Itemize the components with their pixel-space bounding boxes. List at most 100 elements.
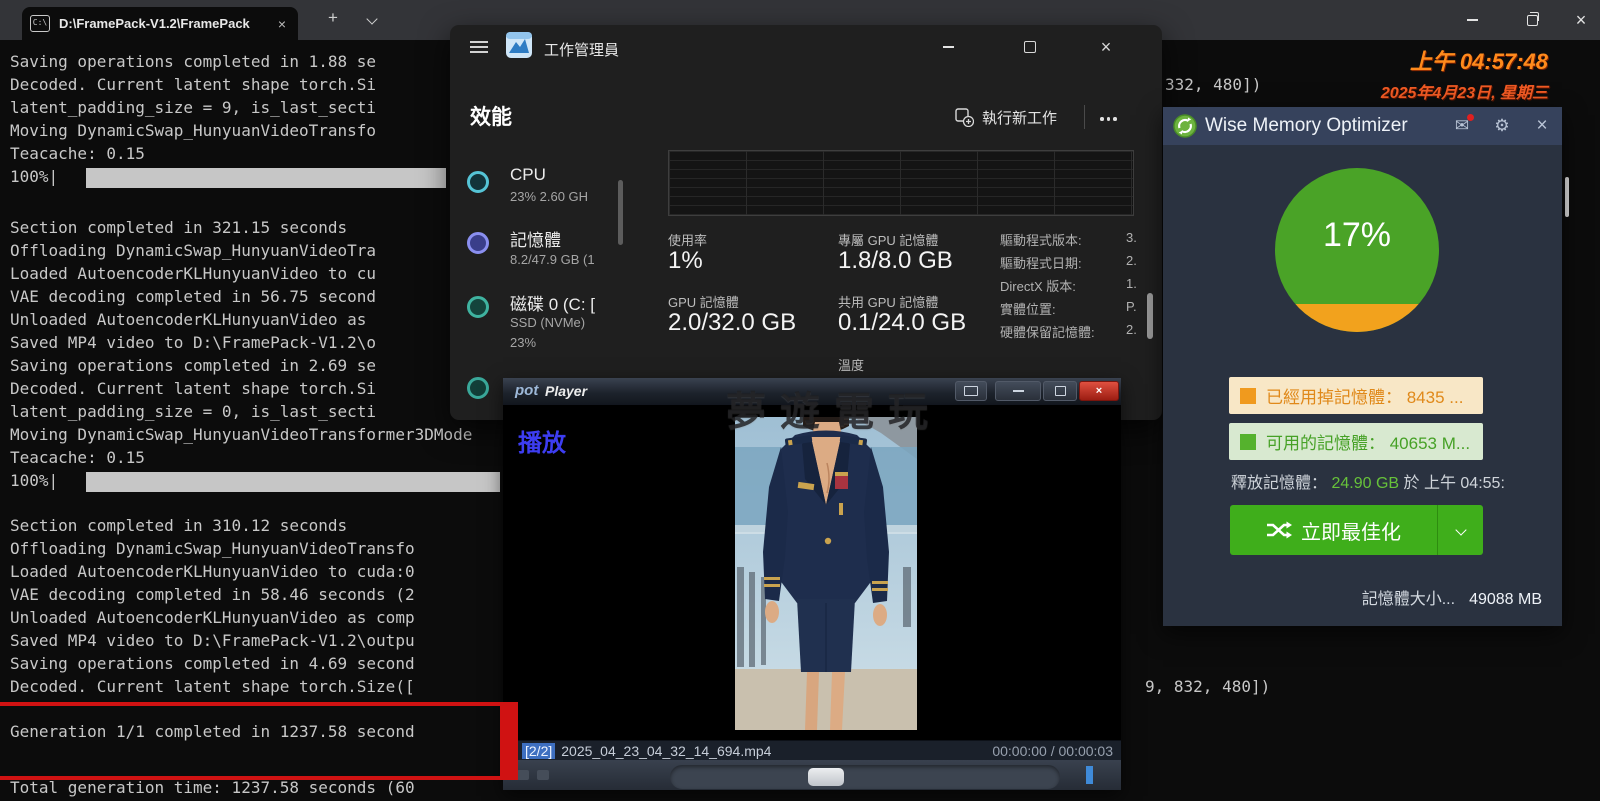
directx-version-label: DirectX 版本: (1000, 276, 1076, 295)
notification-dot (1467, 114, 1474, 121)
memory-size-label: 記憶體大小... (1362, 591, 1455, 608)
progress-label-2: 100%| (10, 471, 58, 494)
cpu-label[interactable]: CPU (510, 165, 546, 185)
gpu-usage-chart (668, 150, 1134, 216)
console-fragment-top: 332, 480]) (1165, 75, 1261, 98)
driver-version-label: 驅動程式版本: (1000, 230, 1082, 249)
tm-minimize-button[interactable] (928, 29, 968, 65)
used-memory-row: 已經用掉記憶體： 8435 ... (1229, 377, 1483, 414)
disk-label[interactable]: 磁碟 0 (C: [ (510, 290, 595, 315)
temperature-label: 溫度 (838, 355, 864, 374)
memory-label[interactable]: 記憶體 (510, 226, 561, 251)
seek-bar[interactable] (670, 765, 1060, 789)
watermark-text: 夢遊電玩 (726, 379, 942, 437)
terminal-tab-title: D:\FramePack-V1.2\FramePack (59, 16, 274, 31)
optimize-now-label: 立即最佳化 (1301, 516, 1401, 545)
cmd-icon: C:\ (30, 15, 50, 32)
gpu-gauge-icon (467, 377, 489, 399)
hw-reserved-memory-value: 2. (1126, 322, 1137, 337)
disk-sub2: 23% (510, 335, 536, 350)
seek-thumb[interactable] (808, 768, 844, 786)
gear-icon[interactable]: ⚙ (1482, 116, 1522, 136)
tm-close-button[interactable]: × (1086, 29, 1126, 65)
console-log-block-2: Section completed in 321.15 seconds Offl… (10, 218, 472, 471)
gpu-usage-value: 1% (668, 247, 703, 275)
performance-page-title: 效能 (470, 101, 512, 131)
released-memory-line: 釋放記憶體： 24.90 GB 於 上午 04:55: (1231, 469, 1505, 493)
shared-gpu-memory-value: 0.1/24.0 GB (838, 309, 966, 337)
tab-close-icon[interactable]: × (274, 16, 290, 32)
free-memory-text: 可用的記憶體： 40653 M... (1266, 429, 1470, 454)
task-manager-app-icon (506, 32, 532, 58)
tm-content-scrollbar[interactable] (1147, 293, 1153, 339)
panel-icon (964, 386, 978, 396)
optimize-dropdown-button[interactable] (1438, 505, 1483, 555)
sidebar-item-disk[interactable] (467, 296, 489, 318)
disk-gauge-icon (467, 296, 489, 318)
driver-date-value: 2. (1126, 253, 1137, 268)
background-scrollbar-fragment[interactable] (1565, 177, 1569, 217)
run-new-task-button[interactable]: 執行新工作 (955, 107, 1057, 128)
wise-titlebar: Wise Memory Optimizer ✉ ⚙ × (1163, 107, 1562, 145)
console-fragment-bottom: 9, 832, 480]) (1145, 677, 1270, 700)
terminal-restore-button[interactable] (1509, 0, 1555, 40)
memory-size-value: 49088 MB (1469, 591, 1542, 608)
terminal-close-button[interactable]: × (1562, 0, 1600, 40)
free-memory-row: 可用的記憶體： 40653 M... (1229, 423, 1483, 460)
more-options-button[interactable] (1100, 117, 1117, 121)
tab-dropdown-icon[interactable] (368, 15, 376, 23)
current-filename: 2025_04_23_04_32_14_694.mp4 (561, 743, 992, 759)
shuffle-icon (1266, 520, 1292, 540)
sidebar-scrollbar[interactable] (618, 180, 623, 245)
sidebar-item-cpu[interactable] (467, 171, 489, 193)
progress-bar-2 (86, 472, 500, 492)
terminal-tab[interactable]: C:\ D:\FramePack-V1.2\FramePack × (22, 7, 298, 40)
video-area[interactable]: 播放 (503, 405, 1121, 740)
clock-date: 2025年4月23日, 星期三 (1381, 79, 1548, 103)
used-memory-swatch (1240, 388, 1256, 404)
memory-usage-pie: 17% (1275, 168, 1439, 332)
osd-play-text: 播放 (518, 423, 566, 458)
tm-maximize-button[interactable] (1010, 29, 1050, 65)
memory-usage-percent: 17% (1275, 216, 1439, 255)
used-memory-slice (1275, 304, 1439, 332)
dedicated-gpu-memory-value: 1.8/8.0 GB (838, 247, 953, 275)
sidebar-item-gpu[interactable] (467, 377, 489, 399)
memory-size-line: 記憶體大小... 49088 MB (1362, 585, 1542, 609)
progress-label-1: 100%| (10, 167, 58, 190)
hamburger-menu-icon[interactable] (470, 38, 488, 56)
pp-control-icon[interactable] (517, 770, 529, 780)
volume-bar[interactable] (1086, 766, 1093, 784)
sidebar-item-memory[interactable] (467, 232, 489, 254)
wise-title: Wise Memory Optimizer (1205, 115, 1442, 137)
potplayer-logo: pot (515, 382, 538, 399)
memory-sub: 8.2/47.9 GB (1 (510, 252, 595, 267)
wise-memory-optimizer-window: Wise Memory Optimizer ✉ ⚙ × 17% 已經用掉記憶體：… (1163, 107, 1562, 626)
task-manager-window: 工作管理員 × 效能 執行新工作 CPU 23% 2.60 GH 記憶體 8.2… (450, 25, 1162, 420)
task-manager-title: 工作管理員 (544, 39, 619, 60)
mail-icon[interactable]: ✉ (1442, 116, 1482, 136)
pp-maximize-button[interactable] (1043, 381, 1077, 401)
header-divider (1084, 105, 1085, 129)
new-tab-button[interactable]: + (328, 8, 338, 28)
potplayer-window: pot Player × 播放 (503, 378, 1121, 790)
wise-logo-icon (1173, 114, 1197, 138)
desktop-clock: 上午 04:57:48 2025年4月23日, 星期三 (1381, 44, 1548, 103)
pp-minimize-button[interactable] (995, 381, 1041, 401)
pp-panel-button[interactable] (955, 381, 987, 401)
cpu-gauge-icon (467, 171, 489, 193)
new-task-icon (955, 108, 974, 127)
pp-close-button[interactable]: × (1079, 381, 1119, 401)
potplayer-logo-player: Player (545, 383, 587, 399)
physical-location-label: 實體位置: (1000, 299, 1056, 318)
directx-version-value: 1. (1126, 276, 1137, 291)
cpu-sub: 23% 2.60 GH (510, 189, 588, 204)
wise-close-button[interactable]: × (1522, 115, 1562, 137)
pp-control-icon[interactable] (537, 770, 549, 780)
terminal-minimize-button[interactable] (1449, 0, 1495, 40)
optimize-now-button[interactable]: 立即最佳化 (1230, 505, 1483, 555)
progress-bar-1 (86, 168, 446, 188)
driver-date-label: 驅動程式日期: (1000, 253, 1082, 272)
hw-reserved-memory-label: 硬體保留記憶體: (1000, 322, 1095, 341)
pp-control-bar (503, 760, 1121, 790)
